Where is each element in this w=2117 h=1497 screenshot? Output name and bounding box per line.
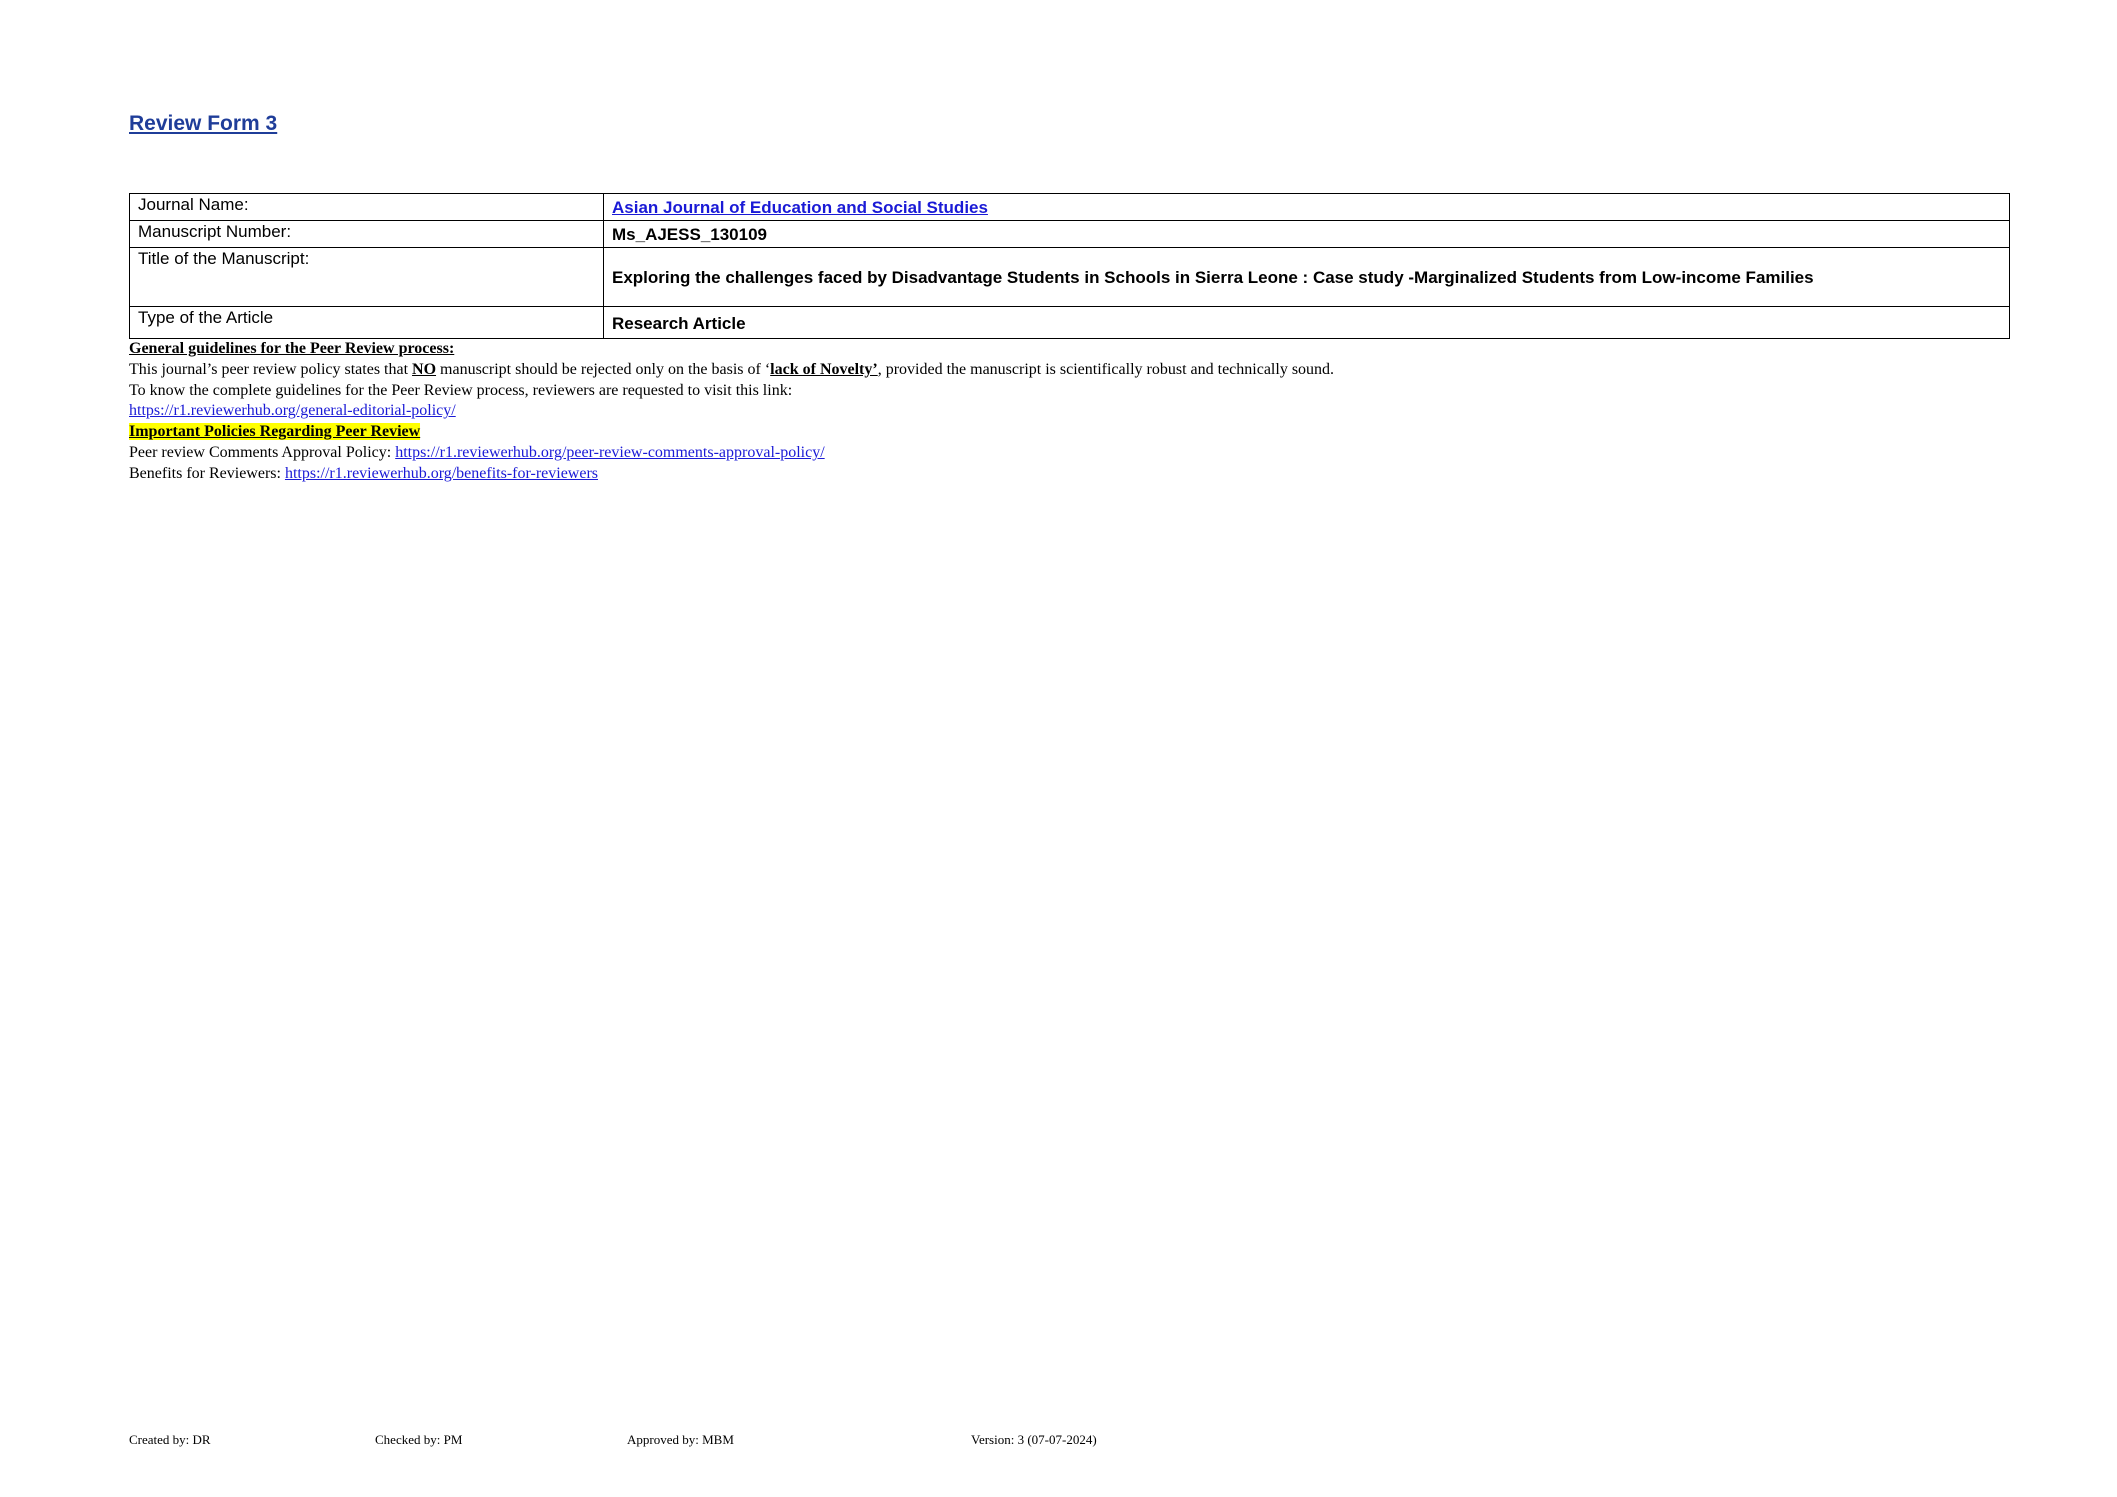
journal-name-label: Journal Name: (129, 193, 604, 221)
manuscript-info-table: Journal Name: Asian Journal of Education… (129, 193, 2010, 339)
policy-statement: This journal’s peer review policy states… (129, 360, 1334, 381)
journal-name-link[interactable]: Asian Journal of Education and Social St… (612, 198, 988, 217)
benefits-line: Benefits for Reviewers: https://r1.revie… (129, 464, 1334, 485)
table-row-article-type: Type of the Article Research Article (129, 306, 2010, 339)
manuscript-title-label: Title of the Manuscript: (129, 247, 604, 307)
table-row-title: Title of the Manuscript: Exploring the c… (129, 247, 2010, 307)
policy-prefix: This journal’s peer review policy states… (129, 360, 413, 378)
manuscript-number-value: Ms_AJESS_130109 (603, 220, 2010, 248)
table-row-manuscript-number: Manuscript Number: Ms_AJESS_130109 (129, 220, 2010, 248)
important-policies-heading: Important Policies Regarding Peer Review (129, 423, 421, 441)
article-type-label: Type of the Article (129, 306, 604, 339)
article-type-value: Research Article (603, 306, 2010, 339)
policy-novelty: lack of Novelty’ (770, 360, 878, 378)
benefits-label: Benefits for Reviewers: (129, 464, 285, 482)
manuscript-title-value: Exploring the challenges faced by Disadv… (603, 247, 2010, 307)
policy-mid: manuscript should be rejected only on th… (436, 360, 771, 378)
guidelines-heading: General guidelines for the Peer Review p… (129, 340, 455, 357)
policy-suffix: , provided the manuscript is scientifica… (877, 360, 1335, 378)
approval-policy-link[interactable]: https://r1.reviewerhub.org/peer-review-c… (395, 444, 824, 461)
footer-checked-by: Checked by: PM (375, 1432, 463, 1447)
approval-policy-label: Peer review Comments Approval Policy: (129, 443, 396, 461)
footer-created-by: Created by: DR (129, 1432, 211, 1447)
footer-version: Version: 3 (07-07-2024) (971, 1432, 1097, 1447)
page-title[interactable]: Review Form 3 (129, 112, 277, 136)
complete-guidelines-text: To know the complete guidelines for the … (129, 381, 793, 399)
benefits-link[interactable]: https://r1.reviewerhub.org/benefits-for-… (285, 465, 598, 482)
footer-approved-by: Approved by: MBM (627, 1432, 734, 1447)
table-row-journal: Journal Name: Asian Journal of Education… (129, 193, 2010, 221)
manuscript-number-label: Manuscript Number: (129, 220, 604, 248)
journal-name-cell: Asian Journal of Education and Social St… (603, 193, 2010, 221)
editorial-policy-link[interactable]: https://r1.reviewerhub.org/general-edito… (129, 402, 456, 419)
approval-policy-line: Peer review Comments Approval Policy: ht… (129, 443, 1334, 464)
peer-review-guidelines: General guidelines for the Peer Review p… (129, 339, 1334, 485)
policy-no: NO (412, 360, 437, 378)
